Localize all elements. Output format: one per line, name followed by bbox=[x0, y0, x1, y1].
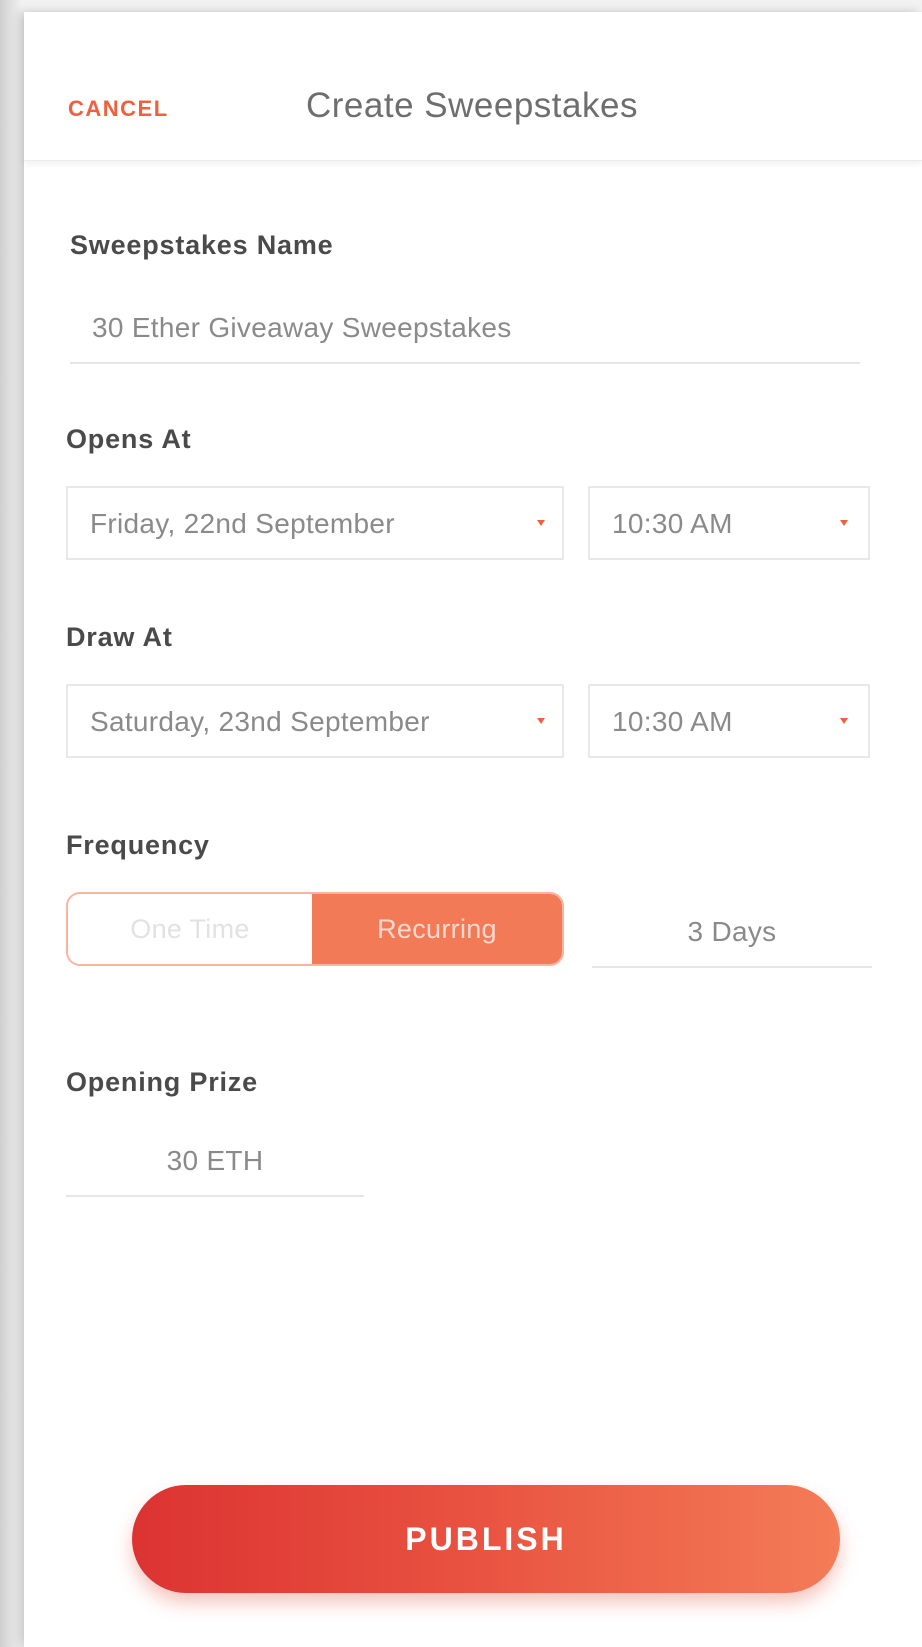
frequency-label: Frequency bbox=[66, 830, 210, 860]
draw-at-time-value: 10:30 AM bbox=[612, 706, 733, 737]
opens-at-time-select[interactable]: 10:30 AM bbox=[588, 486, 870, 560]
caret-down-icon bbox=[840, 520, 848, 526]
cancel-button[interactable]: CANCEL bbox=[68, 96, 169, 122]
draw-at-date-value: Saturday, 23nd September bbox=[90, 706, 430, 737]
opens-at-label: Opens At bbox=[66, 424, 192, 454]
top-bar: CANCEL Create Sweepstakes bbox=[24, 12, 922, 161]
caret-down-icon bbox=[537, 718, 545, 724]
page-title: Create Sweepstakes bbox=[306, 86, 638, 125]
caret-down-icon bbox=[537, 520, 545, 526]
frequency-toggle: One Time Recurring bbox=[66, 892, 564, 966]
draw-at-time-select[interactable]: 10:30 AM bbox=[588, 684, 870, 758]
draw-at-label: Draw At bbox=[66, 622, 173, 652]
draw-at-date-select[interactable]: Saturday, 23nd September bbox=[66, 684, 564, 758]
device-frame: CANCEL Create Sweepstakes Sweepstakes Na… bbox=[0, 0, 922, 1647]
caret-down-icon bbox=[840, 718, 848, 724]
publish-button[interactable]: PUBLISH bbox=[132, 1485, 840, 1593]
opening-prize-label: Opening Prize bbox=[66, 1067, 258, 1097]
opens-at-time-value: 10:30 AM bbox=[612, 508, 733, 539]
frequency-option-recurring[interactable]: Recurring bbox=[312, 894, 562, 964]
sweepstakes-name-label: Sweepstakes Name bbox=[70, 230, 334, 260]
sweepstakes-name-input[interactable] bbox=[70, 294, 860, 364]
frequency-interval-input[interactable] bbox=[592, 898, 872, 968]
sweepstakes-form-screen: CANCEL Create Sweepstakes Sweepstakes Na… bbox=[24, 12, 922, 1647]
frequency-option-one-time[interactable]: One Time bbox=[68, 894, 312, 964]
opens-at-date-value: Friday, 22nd September bbox=[90, 508, 395, 539]
opening-prize-input[interactable] bbox=[66, 1127, 364, 1197]
opens-at-date-select[interactable]: Friday, 22nd September bbox=[66, 486, 564, 560]
